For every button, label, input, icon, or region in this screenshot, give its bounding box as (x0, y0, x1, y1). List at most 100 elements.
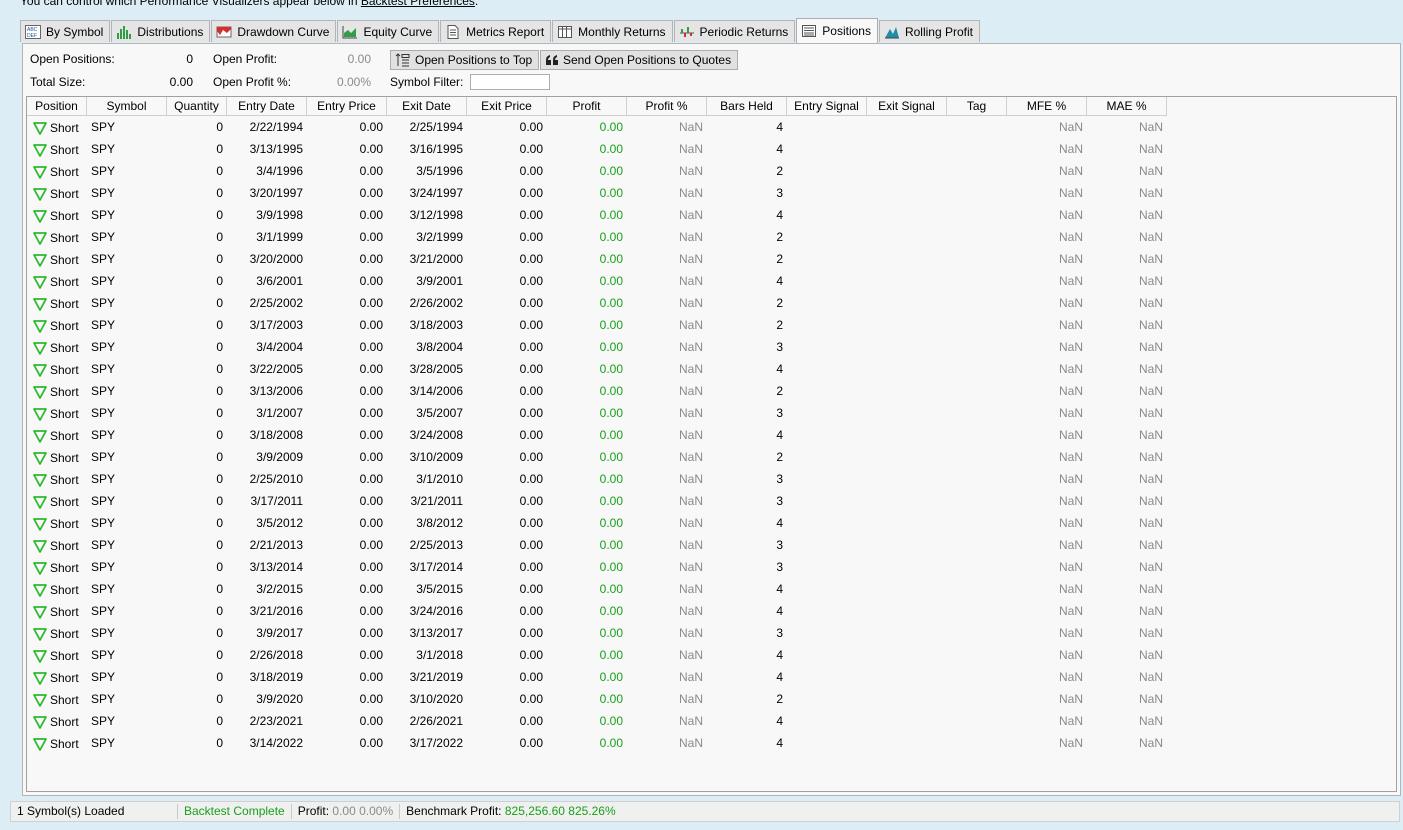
cell-mae-pct: NaN (1138, 120, 1163, 134)
tab-positions[interactable]: Positions (796, 18, 878, 43)
table-row[interactable]: Short SPY 0 2/25/2002 0.00 2/26/2002 0.00 0.00 N… (27, 293, 1167, 315)
open-positions-value: 0 (186, 52, 193, 66)
tab-distributions[interactable]: Distributions (111, 20, 211, 42)
table-row[interactable]: Short SPY 0 3/20/1997 0.00 3/24/1997 0.00 0.00 N… (27, 183, 1167, 205)
column-header-entry-date[interactable]: Entry Date (227, 97, 307, 116)
short-triangle-icon (33, 121, 47, 135)
column-header-position[interactable]: Position (27, 97, 87, 116)
cell-quantity: 0 (216, 230, 223, 244)
cell-position: Short (27, 117, 87, 139)
table-row[interactable]: Short SPY 0 3/1/1999 0.00 3/2/1999 0.00 0.00 NaN… (27, 227, 1167, 249)
cell-mae-pct: NaN (1138, 164, 1163, 178)
cell-mae-pct: NaN (1138, 340, 1163, 354)
cell-entry-price: 0.00 (359, 560, 383, 574)
table-row[interactable]: Short SPY 0 3/1/2007 0.00 3/5/2007 0.00 0.00 NaN… (27, 403, 1167, 425)
table-row[interactable]: Short SPY 0 3/4/1996 0.00 3/5/1996 0.00 0.00 NaN… (27, 161, 1167, 183)
table-row[interactable]: Short SPY 0 3/4/2004 0.00 3/8/2004 0.00 0.00 NaN… (27, 337, 1167, 359)
tab-periodic-returns[interactable]: Periodic Returns (673, 20, 796, 42)
table-row[interactable]: Short SPY 0 3/13/2006 0.00 3/14/2006 0.00 0.00 N… (27, 381, 1167, 403)
cell-exit-price: 0.00 (519, 582, 543, 596)
backtest-preferences-link[interactable]: Backtest Preferences (361, 0, 475, 8)
column-header-quantity[interactable]: Quantity (167, 97, 227, 116)
cell-profit: 0.00 (599, 186, 623, 200)
table-row[interactable]: Short SPY 0 3/13/1995 0.00 3/16/1995 0.00 0.00 N… (27, 139, 1167, 161)
column-header-profit-pct[interactable]: Profit % (627, 97, 707, 116)
column-header-mae-pct[interactable]: MAE % (1087, 97, 1167, 116)
table-row[interactable]: Short SPY 0 2/25/2010 0.00 3/1/2010 0.00 0.00 Na… (27, 469, 1167, 491)
cell-mfe-pct: NaN (1058, 516, 1083, 530)
table-row[interactable]: Short SPY 0 3/9/2009 0.00 3/10/2009 0.00 0.00 Na… (27, 447, 1167, 469)
table-row[interactable]: Short SPY 0 3/18/2008 0.00 3/24/2008 0.00 0.00 N… (27, 425, 1167, 447)
column-header-tag[interactable]: Tag (947, 97, 1007, 116)
cell-position: Short (27, 293, 87, 315)
table-row[interactable]: Short SPY 0 3/13/2014 0.00 3/17/2014 0.00 0.00 N… (27, 557, 1167, 579)
cell-exit-date: 3/24/2016 (409, 604, 463, 618)
column-header-exit-date[interactable]: Exit Date (387, 97, 467, 116)
table-row[interactable]: Short SPY 0 3/22/2005 0.00 3/28/2005 0.00 0.00 N… (27, 359, 1167, 381)
tab-monthly-returns[interactable]: Monthly Returns (552, 20, 673, 42)
cell-exit-signal (867, 645, 947, 667)
short-triangle-icon (33, 385, 47, 399)
column-header-exit-signal[interactable]: Exit Signal (867, 97, 947, 116)
cell-bars-held: 4 (776, 670, 783, 684)
column-header-symbol[interactable]: Symbol (87, 97, 167, 116)
position-type: Short (50, 208, 79, 223)
table-row[interactable]: Short SPY 0 3/21/2016 0.00 3/24/2016 0.00 0.00 N… (27, 601, 1167, 623)
column-header-mfe-pct[interactable]: MFE % (1007, 97, 1087, 116)
cell-exit-date: 3/1/2018 (416, 648, 463, 662)
tab-drawdown-curve[interactable]: Drawdown Curve (211, 20, 337, 42)
cell-entry-price: 0.00 (359, 494, 383, 508)
cell-quantity: 0 (216, 274, 223, 288)
table-row[interactable]: Short SPY 0 3/14/2022 0.00 3/17/2022 0.00 0.00 N… (27, 733, 1167, 755)
tab-metrics-report[interactable]: Metrics Report (440, 20, 552, 42)
column-header-bars-held[interactable]: Bars Held (707, 97, 787, 116)
tab-label: Positions (822, 24, 871, 38)
table-row[interactable]: Short SPY 0 3/18/2019 0.00 3/21/2019 0.00 0.00 N… (27, 667, 1167, 689)
cell-mfe-pct: NaN (1058, 604, 1083, 618)
cell-entry-signal (787, 403, 867, 425)
short-triangle-icon (33, 275, 47, 289)
cell-quantity: 0 (216, 670, 223, 684)
histogram-icon (117, 25, 132, 39)
table-row[interactable]: Short SPY 0 3/20/2000 0.00 3/21/2000 0.00 0.00 N… (27, 249, 1167, 271)
position-type: Short (50, 670, 79, 685)
table-row[interactable]: Short SPY 0 3/17/2011 0.00 3/21/2011 0.00 0.00 N… (27, 491, 1167, 513)
table-row[interactable]: Short SPY 0 3/9/2017 0.00 3/13/2017 0.00 0.00 Na… (27, 623, 1167, 645)
cell-exit-date: 3/18/2003 (409, 318, 463, 332)
table-row[interactable]: Short SPY 0 3/17/2003 0.00 3/18/2003 0.00 0.00 N… (27, 315, 1167, 337)
column-header-profit[interactable]: Profit (547, 97, 627, 116)
cell-bars-held: 3 (776, 560, 783, 574)
position-type: Short (50, 164, 79, 179)
open-positions-to-top-button[interactable]: Open Positions to Top (390, 50, 540, 70)
table-row[interactable]: Short SPY 0 2/21/2013 0.00 2/25/2013 0.00 0.00 N… (27, 535, 1167, 557)
table-row[interactable]: Short SPY 0 2/22/1994 0.00 2/25/1994 0.00 0.00 N… (27, 117, 1167, 139)
columns-icon (558, 25, 573, 38)
column-header-entry-signal[interactable]: Entry Signal (787, 97, 867, 116)
tab-equity-curve[interactable]: Equity Curve (337, 20, 440, 42)
cell-entry-price: 0.00 (359, 120, 383, 134)
table-row[interactable]: Short SPY 0 3/6/2001 0.00 3/9/2001 0.00 0.00 NaN… (27, 271, 1167, 293)
table-row[interactable]: Short SPY 0 3/9/1998 0.00 3/12/1998 0.00 0.00 Na… (27, 205, 1167, 227)
cell-entry-date: 3/14/2022 (249, 736, 303, 750)
tab-rolling-profit[interactable]: Rolling Profit (878, 20, 980, 42)
tab-by-symbol[interactable]: ABC DEF By Symbol (20, 20, 111, 42)
table-row[interactable]: Short SPY 0 3/9/2020 0.00 3/10/2020 0.00 0.00 Na… (27, 689, 1167, 711)
cell-exit-date: 3/13/2017 (409, 626, 463, 640)
table-row[interactable]: Short SPY 0 2/23/2021 0.00 2/26/2021 0.00 0.00 N… (27, 711, 1167, 733)
send-to-quotes-button[interactable]: Send Open Positions to Quotes (540, 50, 739, 70)
tab-label: Drawdown Curve (237, 24, 330, 39)
cell-bars-held: 4 (776, 142, 783, 156)
cell-profit: 0.00 (599, 340, 623, 354)
table-row[interactable]: Short SPY 0 3/2/2015 0.00 3/5/2015 0.00 0.00 NaN… (27, 579, 1167, 601)
cell-entry-signal (787, 161, 867, 183)
cell-quantity: 0 (216, 560, 223, 574)
short-triangle-icon (33, 561, 47, 575)
cell-exit-signal (867, 733, 947, 755)
column-header-entry-price[interactable]: Entry Price (307, 97, 387, 116)
table-row[interactable]: Short SPY 0 3/5/2012 0.00 3/8/2012 0.00 0.00 NaN… (27, 513, 1167, 535)
symbol-filter-input[interactable] (470, 74, 550, 90)
cell-profit: 0.00 (599, 406, 623, 420)
table-row[interactable]: Short SPY 0 2/26/2018 0.00 3/1/2018 0.00 0.00 Na… (27, 645, 1167, 667)
column-header-exit-price[interactable]: Exit Price (467, 97, 547, 116)
cell-position: Short (27, 513, 87, 535)
